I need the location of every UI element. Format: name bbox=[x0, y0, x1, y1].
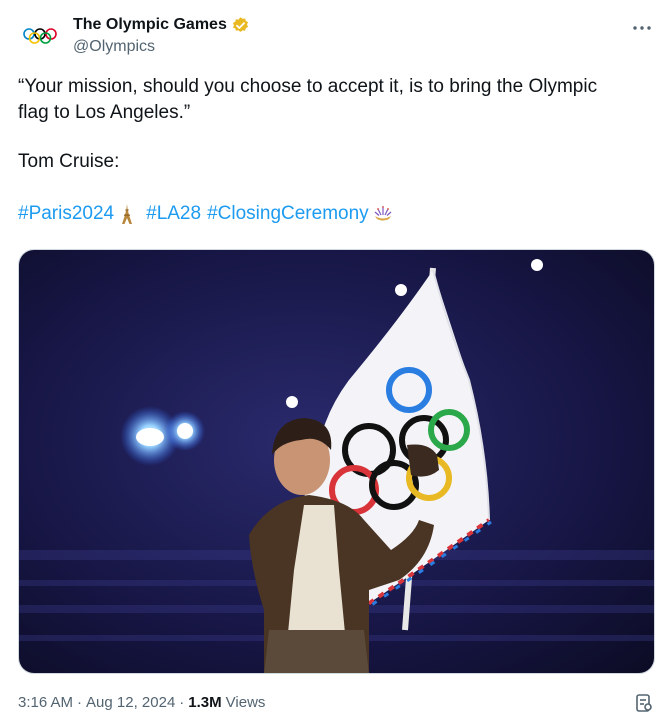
analytics-button[interactable] bbox=[634, 693, 654, 713]
more-dots-icon bbox=[633, 26, 651, 30]
author-name[interactable]: The Olympic Games bbox=[73, 15, 227, 35]
hashtag-la28[interactable]: #LA28 bbox=[146, 201, 201, 227]
author-name-row[interactable]: The Olympic Games bbox=[73, 15, 250, 35]
tweet-date[interactable]: Aug 12, 2024 bbox=[86, 694, 175, 711]
tweet-line-3: Tom Cruise: bbox=[18, 151, 120, 172]
photo-image bbox=[19, 250, 654, 673]
meta-separator: · bbox=[77, 694, 83, 711]
views-label: Views bbox=[225, 694, 266, 711]
hashtag-paris2024[interactable]: #Paris2024 bbox=[18, 201, 114, 227]
tweet-line-2: flag to Los Angeles.” bbox=[18, 102, 191, 123]
avatar[interactable] bbox=[18, 14, 62, 58]
verified-badge-icon[interactable] bbox=[231, 16, 250, 35]
tweet-line-1: “Your mission, should you choose to acce… bbox=[18, 76, 598, 97]
olympic-cauldron-icon bbox=[374, 206, 392, 221]
tweet-text: “Your mission, should you choose to acce… bbox=[18, 74, 638, 227]
tweet-time[interactable]: 3:16 AM bbox=[18, 694, 73, 711]
views-count: 1.3M bbox=[188, 694, 222, 711]
meta-separator: · bbox=[179, 694, 185, 711]
eiffel-tower-icon bbox=[122, 204, 133, 224]
hashtag-closingceremony[interactable]: #ClosingCeremony bbox=[207, 201, 369, 227]
tweet-meta: 3:16 AM · Aug 12, 2024 · 1.3M Views bbox=[18, 694, 265, 711]
analytics-icon bbox=[636, 694, 652, 712]
hashtag-row: #Paris2024 #LA28 #ClosingCeremony bbox=[18, 201, 638, 227]
author-handle[interactable]: @Olympics bbox=[73, 38, 155, 56]
tweet-media-photo[interactable] bbox=[18, 249, 655, 674]
more-options-button[interactable] bbox=[630, 16, 654, 40]
olympic-rings-icon bbox=[23, 28, 57, 44]
